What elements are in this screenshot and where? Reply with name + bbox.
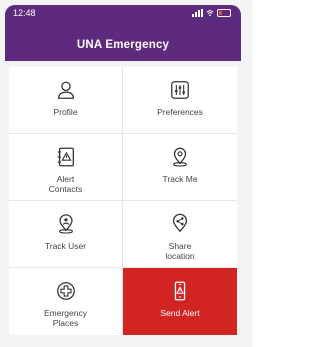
- status-icons: [192, 9, 231, 17]
- alert-contacts-button[interactable]: Alert Contacts: [9, 134, 123, 201]
- tile-label-profile: Profile: [53, 107, 78, 117]
- app-screen: 12:48 UNA Emergency Profile Preferences …: [0, 0, 253, 347]
- emergency-places-icon: [56, 282, 75, 300]
- send-alert-button[interactable]: Send Alert: [123, 268, 237, 335]
- wifi-icon: [206, 10, 214, 17]
- preferences-button[interactable]: Preferences: [123, 67, 237, 134]
- status-bar: 12:48: [5, 8, 241, 22]
- track-user-button[interactable]: Track User: [9, 201, 123, 268]
- tile-label-preferences: Preferences: [157, 107, 203, 117]
- profile-button[interactable]: Profile: [9, 67, 123, 134]
- tile-label-track-user: Track User: [44, 241, 87, 251]
- tile-label-emergency-places: Emergency Places: [44, 308, 87, 328]
- track-user-icon: [58, 214, 73, 234]
- track-me-icon: [173, 147, 187, 167]
- preferences-icon: [171, 81, 189, 99]
- tile-label-alert-contacts: Alert Contacts: [48, 174, 83, 194]
- menu-grid: Profile Preferences Alert Contacts Track…: [9, 67, 237, 335]
- emergency-places-button[interactable]: Emergency Places: [9, 268, 123, 335]
- status-time: 12:48: [13, 8, 36, 18]
- battery-icon: [217, 9, 231, 17]
- track-me-button[interactable]: Track Me: [123, 134, 237, 201]
- profile-icon: [57, 81, 74, 99]
- app-header: 12:48 UNA Emergency: [5, 5, 241, 61]
- tile-label-send-alert: Send Alert: [160, 308, 200, 318]
- alert-contacts-icon: [57, 147, 74, 167]
- tile-label-share-location: Share location: [165, 241, 195, 261]
- signal-icon: [192, 9, 203, 17]
- tile-label-track-me: Track Me: [162, 174, 198, 184]
- page-title: UNA Emergency: [76, 39, 170, 51]
- share-location-icon: [172, 213, 188, 233]
- share-location-button[interactable]: Share location: [123, 201, 237, 268]
- send-alert-icon: [174, 281, 186, 301]
